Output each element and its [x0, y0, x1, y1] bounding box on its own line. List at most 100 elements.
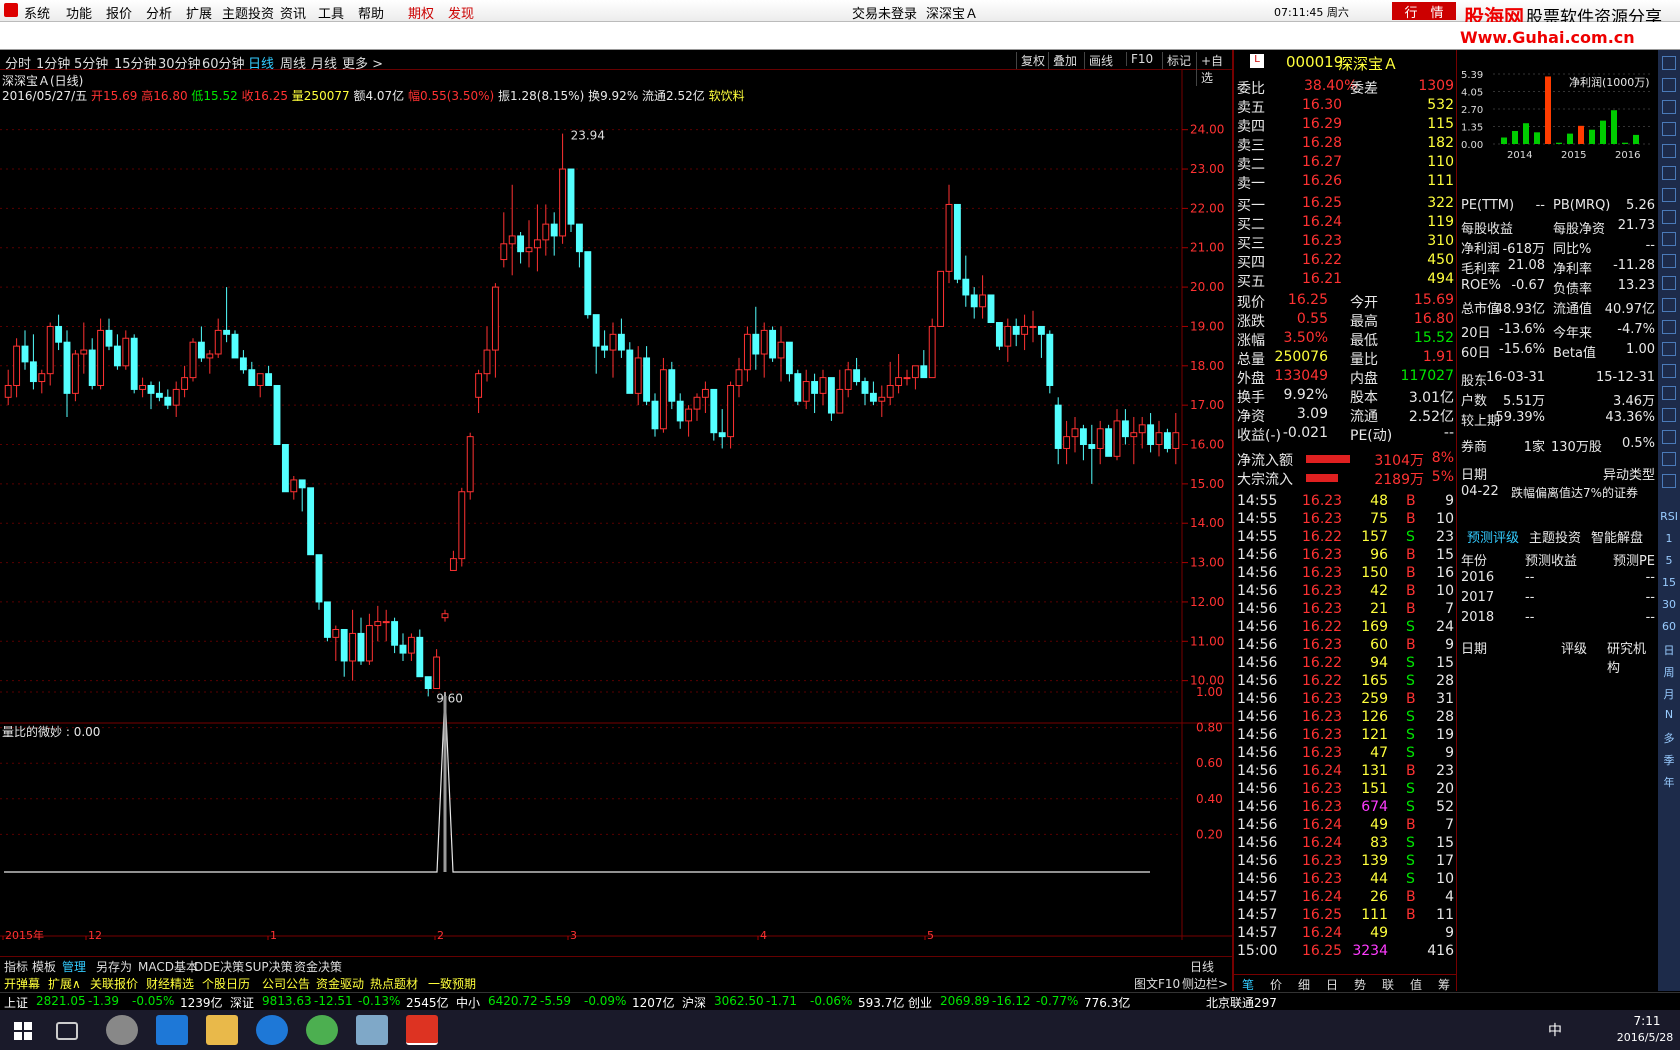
function-tab-8[interactable]: 一致预期	[428, 975, 476, 992]
side-tool-7[interactable]: 周	[1658, 664, 1680, 680]
menu-item[interactable]: 工具	[318, 3, 344, 22]
indicator-tab-0[interactable]: 指标	[4, 958, 28, 975]
side-tool-icon[interactable]	[1662, 100, 1676, 114]
side-tool-3[interactable]: 15	[1658, 576, 1680, 589]
side-tool-icon[interactable]	[1662, 364, 1676, 378]
side-tool-icon[interactable]	[1662, 342, 1676, 356]
ime-indicator[interactable]: 中	[1548, 1020, 1562, 1040]
side-tool-icon[interactable]	[1662, 452, 1676, 466]
indicator-tab-1[interactable]: 模板	[32, 958, 56, 975]
menu-item[interactable]: 功能	[66, 3, 92, 22]
side-tool-icon[interactable]	[1662, 298, 1676, 312]
task-view-icon[interactable]	[56, 1022, 78, 1040]
quote-tab-4[interactable]: 势	[1354, 976, 1366, 993]
tick-row: 15:00 16.25 3234 416	[1237, 943, 1454, 959]
quote-tab-1[interactable]: 价	[1270, 976, 1282, 993]
address-bar[interactable]: Www.Guhai.com.cn	[0, 22, 1680, 50]
side-tool-icon[interactable]	[1662, 122, 1676, 136]
function-tab-5[interactable]: 公司公告	[262, 975, 310, 992]
side-tool-icon[interactable]	[1662, 232, 1676, 246]
menu-item[interactable]: 主题投资	[222, 3, 274, 22]
menu-item[interactable]: 分析	[146, 3, 172, 22]
candle-body	[449, 558, 457, 571]
f10-link[interactable]: 图文F10	[1134, 975, 1180, 992]
fundamentals-tab-0[interactable]: 预测评级	[1467, 527, 1519, 546]
chart-tool-1[interactable]: 叠加	[1048, 52, 1077, 69]
quote-tab-7[interactable]: 筹	[1438, 976, 1450, 993]
quote-tab-0[interactable]: 笔	[1242, 976, 1254, 993]
folder-icon[interactable]	[206, 1015, 238, 1045]
indicator-tab-4[interactable]: MACD基本	[138, 958, 198, 975]
sidebar-toggle[interactable]: 侧边栏>	[1182, 975, 1228, 992]
side-tool-icon[interactable]	[1662, 166, 1676, 180]
side-tool-icon[interactable]	[1662, 144, 1676, 158]
function-tab-4[interactable]: 个股日历	[202, 975, 250, 992]
side-tool-11[interactable]: 季	[1658, 752, 1680, 768]
fundamentals-tab-2[interactable]: 智能解盘	[1591, 527, 1643, 546]
side-tool-1[interactable]: 1	[1658, 532, 1680, 545]
tick-row: 14:56 16.22 94 S 15	[1237, 655, 1454, 671]
function-tab-2[interactable]: 关联报价	[90, 975, 138, 992]
quote-tab-6[interactable]: 值	[1410, 976, 1422, 993]
indicator-tab-5[interactable]: DDE决策	[194, 958, 244, 975]
side-tool-10[interactable]: 多	[1658, 730, 1680, 746]
quote-tab-5[interactable]: 联	[1382, 976, 1394, 993]
side-tool-icon[interactable]	[1662, 408, 1676, 422]
function-tab-3[interactable]: 财经精选	[146, 975, 194, 992]
menu-item[interactable]: 报价	[106, 3, 132, 22]
chart-tool-3[interactable]: F10	[1126, 52, 1153, 66]
indicator-tab-6[interactable]: SUP决策	[245, 958, 293, 975]
menu-item[interactable]: 资讯	[280, 3, 306, 22]
chart-tool-0[interactable]: 复权	[1016, 52, 1045, 69]
side-tool-9[interactable]: N	[1658, 708, 1680, 721]
login-status[interactable]: 交易未登录	[852, 3, 917, 22]
candle-body	[685, 408, 693, 422]
quote-mode-button[interactable]: 行 情	[1392, 2, 1456, 21]
indicator-tab-7[interactable]: 资金决策	[294, 958, 342, 975]
chart-tool-4[interactable]: 标记	[1162, 52, 1191, 69]
function-tab-1[interactable]: 扩展∧	[48, 975, 81, 992]
kline-chart[interactable]: 24.0023.0022.0021.0020.0019.0018.0017.00…	[0, 70, 1232, 940]
menu-item[interactable]: 发现	[448, 3, 474, 22]
menu-item[interactable]: 期权	[408, 3, 434, 22]
quote-tab-2[interactable]: 细	[1298, 976, 1310, 993]
side-tool-0[interactable]: RSI	[1658, 510, 1680, 523]
edge-icon[interactable]	[156, 1015, 188, 1045]
function-tab-6[interactable]: 资金驱动	[316, 975, 364, 992]
side-tool-8[interactable]: 月	[1658, 686, 1680, 702]
side-tool-icon[interactable]	[1662, 474, 1676, 488]
k-app-icon[interactable]	[256, 1015, 288, 1045]
side-tool-icon[interactable]	[1662, 56, 1676, 70]
candle-body	[4, 384, 12, 398]
side-tool-2[interactable]: 5	[1658, 554, 1680, 567]
browser-360-icon[interactable]	[306, 1015, 338, 1045]
side-tool-12[interactable]: 年	[1658, 774, 1680, 790]
side-tool-icon[interactable]	[1662, 320, 1676, 334]
side-tool-icon[interactable]	[1662, 386, 1676, 400]
indicator-tab-3[interactable]: 另存为	[96, 958, 132, 975]
side-tool-icon[interactable]	[1662, 188, 1676, 202]
function-tab-7[interactable]: 热点题材	[370, 975, 418, 992]
tablet-app-icon[interactable]	[356, 1015, 388, 1045]
side-tool-icon[interactable]	[1662, 210, 1676, 224]
side-tool-icon[interactable]	[1662, 276, 1676, 290]
app-launcher-icon[interactable]	[106, 1015, 138, 1045]
side-tool-6[interactable]: 日	[1658, 642, 1680, 658]
candle-body	[584, 251, 592, 316]
side-tool-4[interactable]: 30	[1658, 598, 1680, 611]
menu-item[interactable]: 扩展	[186, 3, 212, 22]
quote-tab-3[interactable]: 日	[1326, 976, 1338, 993]
menu-item[interactable]: 系统	[24, 3, 50, 22]
side-tool-icon[interactable]	[1662, 254, 1676, 268]
menu-item[interactable]: 帮助	[358, 3, 384, 22]
function-tab-0[interactable]: 开弹幕	[4, 975, 40, 992]
start-icon[interactable]	[8, 1015, 40, 1045]
fundamentals-tab-1[interactable]: 主题投资	[1529, 527, 1581, 546]
side-tool-icon[interactable]	[1662, 430, 1676, 444]
side-tool-5[interactable]: 60	[1658, 620, 1680, 633]
stock-app-icon[interactable]	[406, 1015, 438, 1045]
side-tool-icon[interactable]	[1662, 78, 1676, 92]
chart-tool-2[interactable]: 画线	[1084, 52, 1113, 69]
candle-body	[399, 644, 407, 654]
indicator-tab-2[interactable]: 管理	[62, 958, 86, 975]
